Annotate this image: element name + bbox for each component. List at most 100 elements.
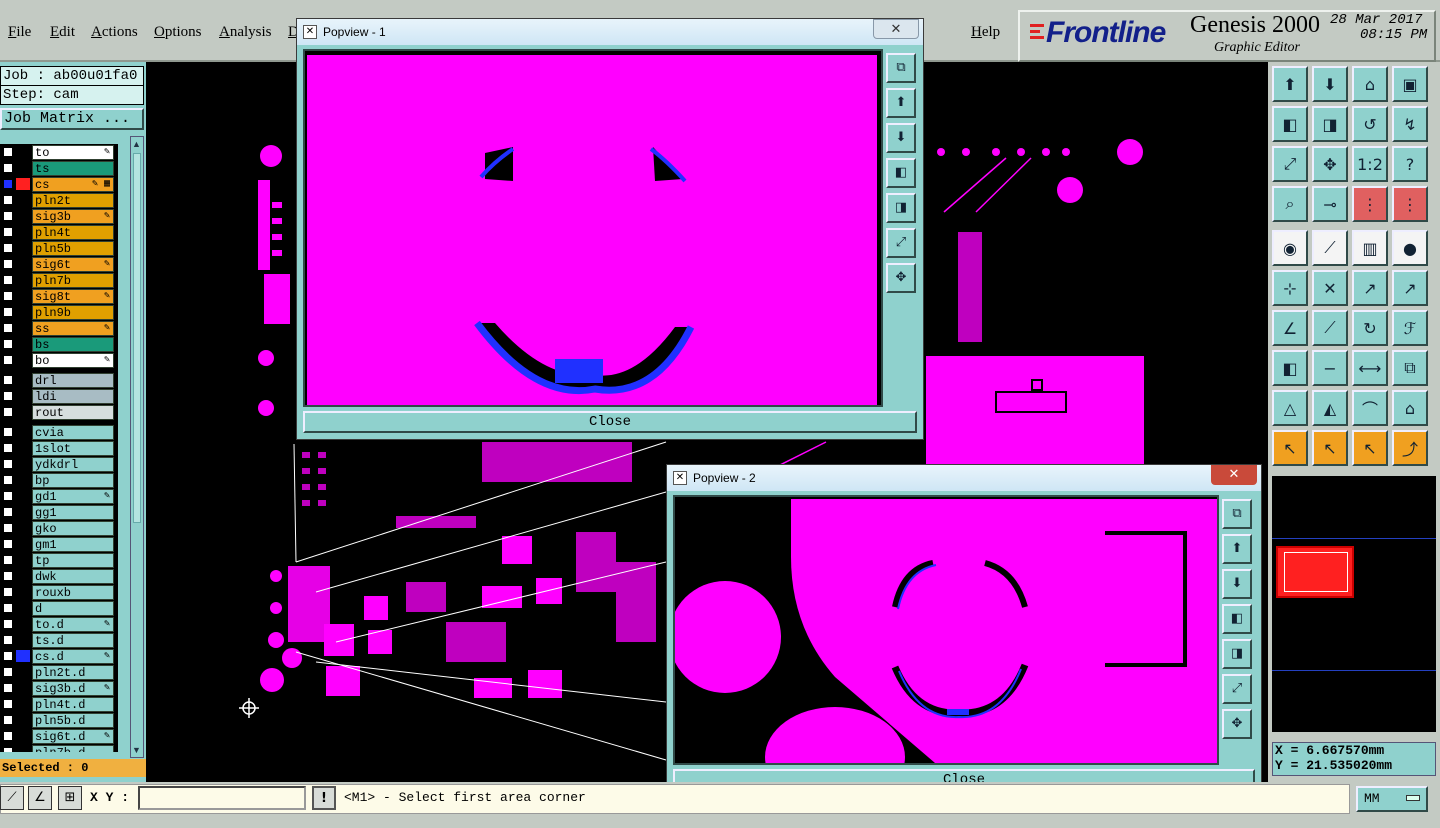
layer-row[interactable]: sig3b ✎ [0, 208, 118, 224]
pan-left-icon[interactable]: ◧ [1222, 604, 1252, 634]
layer-name[interactable]: cs ✎ ▦ [32, 177, 114, 192]
angle-icon[interactable]: ∠ [1272, 310, 1308, 346]
layer-checkbox[interactable] [3, 427, 13, 437]
layer-name[interactable]: sig3b.d ✎ [32, 681, 114, 696]
pan-right-icon[interactable]: ◨ [886, 193, 916, 223]
zoom-fit-icon[interactable]: ⤢ [1222, 674, 1252, 704]
layer-name[interactable]: ss ✎ [32, 321, 114, 336]
select-icon[interactable]: ↖ [1312, 430, 1348, 466]
layer-row[interactable]: to.d ✎ [0, 616, 118, 632]
pad-icon[interactable]: ◉ [1272, 230, 1308, 266]
layer-name[interactable]: to.d ✎ [32, 617, 114, 632]
layer-checkbox[interactable] [3, 195, 13, 205]
copy-icon[interactable]: ↗ [1392, 270, 1428, 306]
menu-actions[interactable]: Actions [91, 24, 138, 41]
layer-checkbox[interactable] [3, 291, 13, 301]
layer-checkbox[interactable] [3, 491, 13, 501]
zoom-out-icon[interactable]: ⬇ [1222, 569, 1252, 599]
layer-name[interactable]: gd1 ✎ [32, 489, 114, 504]
layer-name[interactable]: to ✎ [32, 145, 114, 160]
layer-row[interactable]: gg1 [0, 504, 118, 520]
connect-icon[interactable]: ⊹ [1272, 270, 1308, 306]
popview-1-viewport[interactable] [303, 49, 883, 407]
layer-name[interactable]: pln7b.d [32, 745, 114, 752]
layer-checkbox[interactable] [3, 259, 13, 269]
layer-row[interactable]: pln2t [0, 192, 118, 208]
layer-name[interactable]: gm1 [32, 537, 114, 552]
redraw-icon[interactable]: ↺ [1352, 106, 1388, 142]
menu-help[interactable]: Help [971, 24, 1000, 41]
scroll-up-icon[interactable]: ▲ [132, 139, 141, 149]
layer-row[interactable]: pln5b [0, 240, 118, 256]
layer-list-scrollbar[interactable]: ▲ ▼ [130, 136, 144, 758]
layer-checkbox[interactable] [3, 407, 13, 417]
layer-checkbox[interactable] [3, 715, 13, 725]
layer-row[interactable]: pln9b [0, 304, 118, 320]
layer-row[interactable]: pln7b.d [0, 744, 118, 752]
mini-map[interactable] [1272, 476, 1436, 732]
popview-1-close-button[interactable]: Close [303, 411, 917, 433]
layer-row[interactable]: gd1 ✎ [0, 488, 118, 504]
copy-view-icon[interactable]: ⧉ [886, 53, 916, 83]
layer-checkbox[interactable] [3, 323, 13, 333]
layer-name[interactable]: pln4t [32, 225, 114, 240]
group-icon[interactable]: ⧉ [1392, 350, 1428, 386]
layer-row[interactable]: bo ✎ [0, 352, 118, 368]
layer-row[interactable]: bp [0, 472, 118, 488]
layer-name[interactable]: pln2t [32, 193, 114, 208]
split-icon[interactable]: ◧ [1272, 350, 1308, 386]
layer-name[interactable]: drl [32, 373, 114, 388]
snap-icon[interactable]: ↯ [1392, 106, 1428, 142]
layer-checkbox[interactable] [3, 227, 13, 237]
job-matrix-button[interactable]: Job Matrix ... [0, 108, 144, 130]
layer-name[interactable]: pln5b.d [32, 713, 114, 728]
layer-row[interactable]: drl [0, 372, 118, 388]
menu-edit[interactable]: Edit [50, 24, 75, 41]
layer-row[interactable]: ts [0, 160, 118, 176]
layer-checkbox[interactable] [3, 307, 13, 317]
layer-name[interactable]: pln7b [32, 273, 114, 288]
grid-icon[interactable]: ⊞ [58, 786, 82, 810]
alert-icon[interactable]: ! [312, 786, 336, 810]
zoom-out-icon[interactable]: ⬇ [1312, 66, 1348, 102]
layer-name[interactable]: 1slot [32, 441, 114, 456]
layer-checkbox[interactable] [3, 587, 13, 597]
layer-row[interactable]: cs.d ✎ [0, 648, 118, 664]
layer-name[interactable]: tp [32, 553, 114, 568]
popview-2-viewport[interactable] [673, 495, 1219, 765]
layer-name[interactable]: sig8t ✎ [32, 289, 114, 304]
snap-icon[interactable]: ⟋ [0, 786, 24, 810]
zoom-center-icon[interactable]: ✥ [886, 263, 916, 293]
layer-name[interactable]: pln2t.d [32, 665, 114, 680]
slash-icon[interactable]: ⟋ [1312, 310, 1348, 346]
layer-row[interactable]: sig6t.d ✎ [0, 728, 118, 744]
line-icon[interactable]: ⟋ [1312, 230, 1348, 266]
zoom-in-icon[interactable]: ⬆ [1222, 534, 1252, 564]
route-icon[interactable]: ⤴ [1392, 430, 1428, 466]
zoom-in-icon[interactable]: ⬆ [886, 88, 916, 118]
select-layer-icon[interactable]: ⋮ [1392, 186, 1428, 222]
layer-checkbox[interactable] [3, 275, 13, 285]
scroll-down-icon[interactable]: ▼ [132, 745, 141, 755]
layer-checkbox[interactable] [3, 555, 13, 565]
menu-options[interactable]: Options [154, 24, 202, 41]
copy-view-icon[interactable]: ⧉ [1222, 499, 1252, 529]
layer-row[interactable]: dwk [0, 568, 118, 584]
layer-row[interactable]: cs ✎ ▦ [0, 176, 118, 192]
layer-checkbox[interactable] [3, 147, 13, 157]
layer-checkbox[interactable] [3, 523, 13, 533]
layer-name[interactable]: rouxb [32, 585, 114, 600]
layer-checkbox[interactable] [3, 375, 13, 385]
layer-name[interactable]: ts.d [32, 633, 114, 648]
layer-name[interactable]: bs [32, 337, 114, 352]
layer-row[interactable]: rout [0, 404, 118, 420]
measure-icon[interactable]: ⌕ [1272, 186, 1308, 222]
zoom-center-icon[interactable]: ✥ [1222, 709, 1252, 739]
layer-checkbox[interactable] [3, 507, 13, 517]
layer-row[interactable]: gm1 [0, 536, 118, 552]
layer-row[interactable]: tp [0, 552, 118, 568]
layer-checkbox[interactable] [3, 667, 13, 677]
layer-name[interactable]: pln9b [32, 305, 114, 320]
layer-name[interactable]: sig3b ✎ [32, 209, 114, 224]
layer-checkbox[interactable] [3, 619, 13, 629]
